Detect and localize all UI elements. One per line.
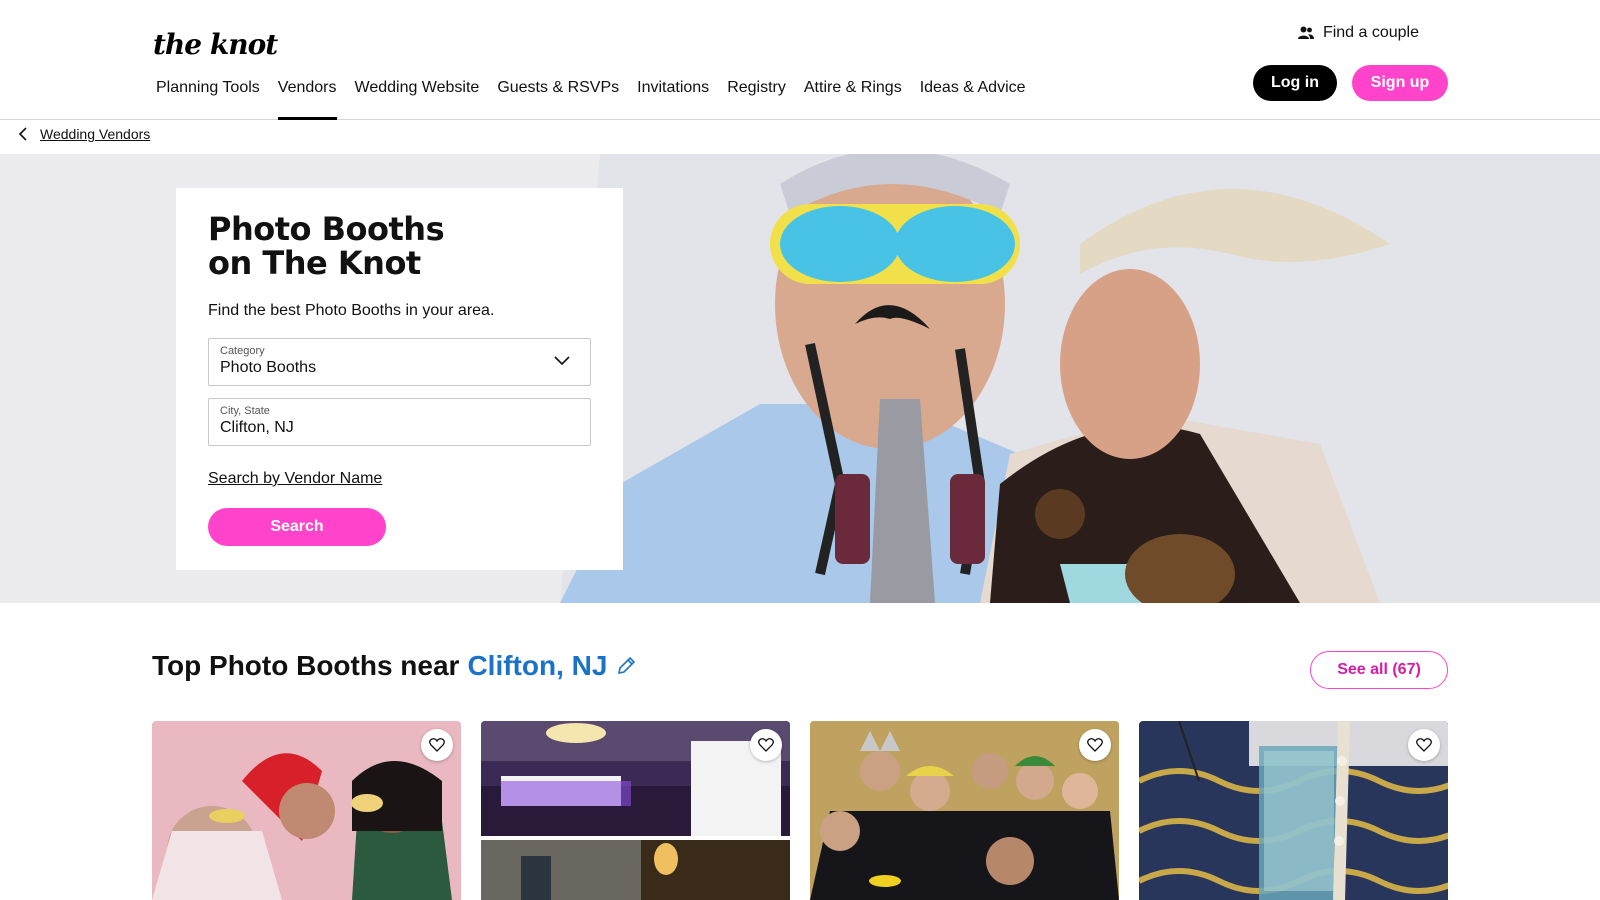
nav-planning-tools[interactable]: Planning Tools: [156, 79, 260, 119]
vendor-card[interactable]: [810, 721, 1119, 900]
hero-title: Photo Booths on The Knot: [208, 212, 508, 280]
vendor-cards: [152, 721, 1448, 900]
vendor-photo: [481, 721, 790, 900]
favorite-button[interactable]: [1408, 729, 1440, 761]
vendor-card[interactable]: [1139, 721, 1448, 900]
heart-icon: [758, 738, 774, 752]
see-all-button[interactable]: See all (67): [1310, 651, 1448, 689]
chevron-down-icon: [554, 356, 570, 366]
nav-ideas-advice[interactable]: Ideas & Advice: [920, 79, 1026, 119]
vendor-photo: [810, 721, 1119, 900]
section-title: Top Photo Booths near Clifton, NJ: [152, 650, 637, 682]
favorite-button[interactable]: [750, 729, 782, 761]
pencil-icon[interactable]: [615, 655, 637, 677]
nav-attire-rings[interactable]: Attire & Rings: [804, 79, 902, 119]
favorite-button[interactable]: [421, 729, 453, 761]
category-value: Photo Booths: [220, 359, 317, 376]
category-label: Category: [220, 345, 265, 357]
nav-invitations[interactable]: Invitations: [637, 79, 709, 119]
breadcrumb-wedding-vendors[interactable]: Wedding Vendors: [40, 126, 150, 142]
search-card: Photo Booths on The Knot Find the best P…: [176, 188, 623, 570]
hero-banner: Photo Booths on The Knot Find the best P…: [0, 154, 1600, 603]
chevron-left-icon[interactable]: [18, 127, 29, 141]
site-header: the knot Find a couple Planning Tools Ve…: [0, 0, 1600, 120]
breadcrumb: Wedding Vendors: [18, 126, 150, 142]
hero-title-line1: Photo Booths: [208, 210, 445, 248]
category-select[interactable]: Category Photo Booths: [208, 338, 591, 386]
search-by-vendor-link[interactable]: Search by Vendor Name: [208, 470, 382, 488]
login-button[interactable]: Log in: [1253, 65, 1337, 101]
city-state-value: Clifton, NJ: [220, 419, 294, 436]
find-couple-label: Find a couple: [1322, 24, 1419, 41]
search-button[interactable]: Search: [208, 508, 386, 546]
heart-icon: [1416, 738, 1432, 752]
vendor-photo: [1139, 721, 1448, 900]
heart-icon: [1087, 738, 1103, 752]
favorite-button[interactable]: [1079, 729, 1111, 761]
heart-icon: [429, 738, 445, 752]
person-group-icon: [1297, 26, 1314, 39]
nav-wedding-website[interactable]: Wedding Website: [355, 79, 480, 119]
find-couple-link[interactable]: Find a couple: [1297, 24, 1419, 42]
vendor-photo: [152, 721, 461, 900]
city-state-label: City, State: [220, 405, 270, 417]
vendor-card[interactable]: [152, 721, 461, 900]
hero-subtitle: Find the best Photo Booths in your area.: [208, 302, 495, 319]
vendor-card[interactable]: [481, 721, 790, 900]
section-title-prefix: Top Photo Booths near: [152, 650, 460, 681]
signup-button[interactable]: Sign up: [1352, 65, 1448, 101]
nav-guests-rsvps[interactable]: Guests & RSVPs: [497, 79, 619, 119]
section-location[interactable]: Clifton, NJ: [467, 650, 607, 682]
hero-title-line2: on The Knot: [208, 244, 421, 282]
main-nav: Planning Tools Vendors Wedding Website G…: [156, 79, 1026, 120]
logo[interactable]: the knot: [153, 28, 278, 61]
city-state-field[interactable]: City, State Clifton, NJ: [208, 398, 591, 446]
nav-registry[interactable]: Registry: [727, 79, 786, 119]
nav-vendors[interactable]: Vendors: [277, 79, 337, 120]
